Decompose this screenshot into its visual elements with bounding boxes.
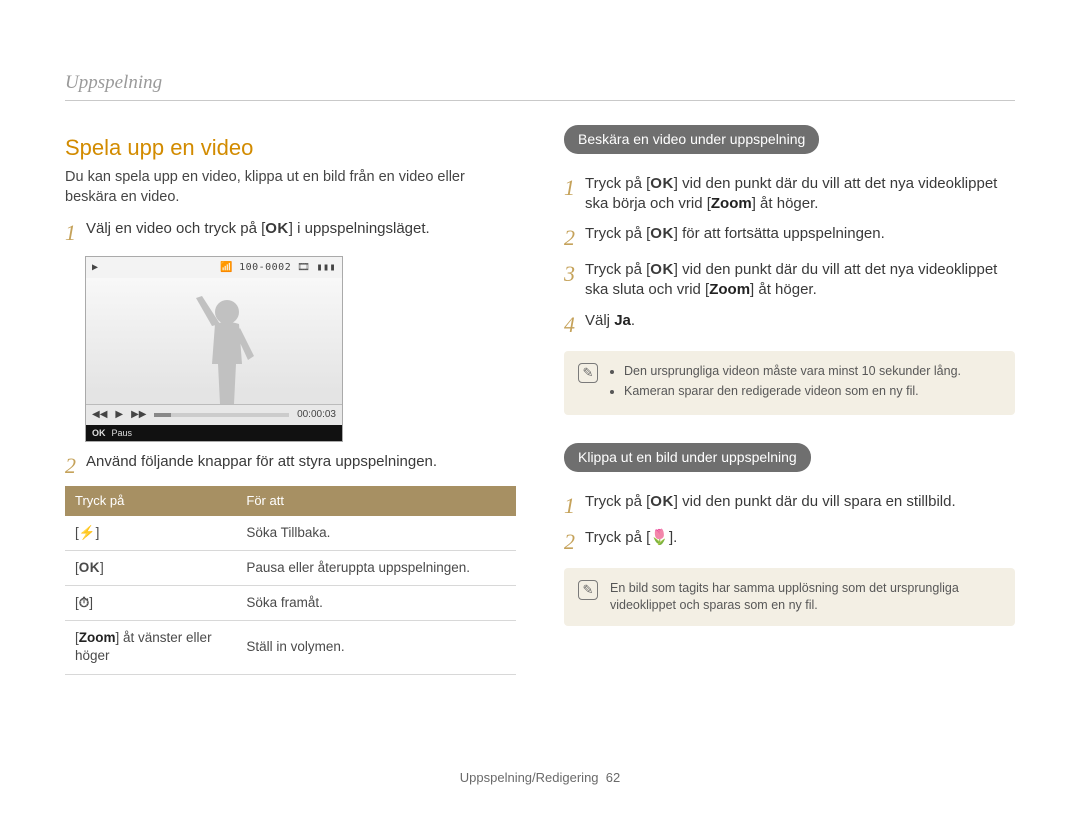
right-s2-step-2: 2 Tryck på [🌷]. bbox=[564, 528, 1015, 554]
ok-key-icon: OK bbox=[650, 493, 674, 510]
image-counter: 100-0002 bbox=[239, 261, 291, 275]
footer-label: Uppspelning/Redigering bbox=[460, 770, 599, 785]
yes-bold: Ja bbox=[614, 312, 631, 329]
right-s1-step-4: 4 Välj Ja. bbox=[564, 311, 1015, 337]
table-row: [⚡] Söka Tillbaka. bbox=[65, 516, 516, 551]
table-header-press: Tryck på bbox=[65, 486, 236, 516]
ok-key-icon: OK bbox=[79, 560, 100, 575]
page-title: Spela upp en video bbox=[65, 133, 516, 163]
action-text: Söka Tillbaka. bbox=[236, 516, 516, 551]
step-number: 2 bbox=[564, 528, 575, 554]
timer-icon: ⏱ bbox=[79, 596, 90, 610]
step-text: ]. bbox=[669, 529, 677, 546]
action-text: Söka framåt. bbox=[236, 585, 516, 620]
intro-text: Du kan spela upp en video, klippa ut en … bbox=[65, 168, 516, 207]
table-row: [OK] Pausa eller återuppta uppspelningen… bbox=[65, 550, 516, 585]
step-text: Tryck på [ bbox=[585, 529, 650, 546]
page-footer: Uppspelning/Redigering 62 bbox=[0, 769, 1080, 787]
step-number: 2 bbox=[65, 452, 76, 478]
step-number: 3 bbox=[564, 260, 575, 286]
action-text: Ställ in volymen. bbox=[236, 621, 516, 674]
step-number: 2 bbox=[564, 224, 575, 250]
play-mode-icon: ▶ bbox=[92, 261, 99, 275]
left-step-2: 2 Använd följande knappar för att styra … bbox=[65, 452, 516, 478]
time-display: 00:00:03 bbox=[297, 408, 336, 422]
step-text: Välj bbox=[585, 312, 614, 329]
step-text: ] för att fortsätta uppspelningen. bbox=[674, 225, 885, 242]
step-text: ] åt höger. bbox=[752, 195, 819, 212]
note-icon: ✎ bbox=[578, 363, 598, 383]
step-text: Tryck på [ bbox=[585, 493, 650, 510]
play-icon: ▶ bbox=[115, 408, 123, 422]
controls-table: Tryck på För att [⚡] Söka Tillbaka. [OK]… bbox=[65, 486, 516, 675]
step-number: 1 bbox=[564, 174, 575, 200]
note-text: En bild som tagits har samma upplösning … bbox=[610, 581, 959, 612]
macro-icon: 🌷 bbox=[650, 530, 669, 545]
step-number: 4 bbox=[564, 311, 575, 337]
section-pill-trim: Beskära en video under uppspelning bbox=[564, 125, 819, 154]
zoom-key: Zoom bbox=[79, 630, 116, 645]
step-text: Använd följande knappar för att styra up… bbox=[86, 452, 516, 472]
forward-icon: ▶▶ bbox=[131, 408, 146, 422]
zoom-key: Zoom bbox=[709, 281, 750, 298]
right-s2-step-1: 1 Tryck på [OK] vid den punkt där du vil… bbox=[564, 492, 1015, 518]
note-item: Den ursprungliga videon måste vara minst… bbox=[624, 363, 961, 380]
step-number: 1 bbox=[65, 219, 76, 245]
table-row: [⏱] Söka framåt. bbox=[65, 585, 516, 620]
ok-key-icon: OK bbox=[650, 261, 674, 278]
film-icon: 🎞 bbox=[297, 261, 310, 275]
signal-icon: 📶 bbox=[220, 261, 233, 275]
section-pill-capture: Klippa ut en bild under uppspelning bbox=[564, 443, 811, 472]
note-item: Kameran sparar den redigerade videon som… bbox=[624, 383, 961, 400]
ok-key-icon: OK bbox=[650, 175, 674, 192]
ok-key-icon: OK bbox=[650, 225, 674, 242]
person-silhouette bbox=[192, 294, 262, 404]
flash-icon: ⚡ bbox=[79, 526, 96, 540]
battery-icon: ▮▮▮ bbox=[316, 261, 336, 275]
note-box-2: ✎ En bild som tagits har samma upplösnin… bbox=[564, 568, 1015, 626]
right-s1-step-2: 2 Tryck på [OK] för att fortsätta uppspe… bbox=[564, 224, 1015, 250]
left-step-1: 1 Välj en video och tryck på [OK] i upps… bbox=[65, 219, 516, 245]
step-number: 1 bbox=[564, 492, 575, 518]
step-text: ] åt höger. bbox=[750, 281, 817, 298]
step-text: ] i uppspelningsläget. bbox=[289, 220, 430, 237]
right-s1-step-3: 3 Tryck på [OK] vid den punkt där du vil… bbox=[564, 260, 1015, 301]
ok-key-icon: OK bbox=[265, 220, 289, 237]
note-icon: ✎ bbox=[578, 580, 598, 600]
zoom-key: Zoom bbox=[711, 195, 752, 212]
pause-label: Paus bbox=[112, 427, 133, 439]
footer-page: 62 bbox=[606, 770, 620, 785]
page-header: Uppspelning bbox=[65, 70, 1015, 101]
progress-track bbox=[154, 413, 289, 417]
rewind-icon: ◀◀ bbox=[92, 408, 107, 422]
ok-label: OK bbox=[92, 427, 106, 439]
table-row: [Zoom] åt vänster eller höger Ställ in v… bbox=[65, 621, 516, 674]
step-text: . bbox=[631, 312, 635, 329]
right-s1-step-1: 1 Tryck på [OK] vid den punkt där du vil… bbox=[564, 174, 1015, 215]
video-screenshot: ▶ 📶 100-0002 🎞 ▮▮▮ bbox=[85, 256, 343, 442]
step-text: Tryck på [ bbox=[585, 225, 650, 242]
step-text: ] vid den punkt där du vill spara en sti… bbox=[674, 493, 956, 510]
right-column: Beskära en video under uppspelning 1 Try… bbox=[564, 123, 1015, 675]
action-text: Pausa eller återuppta uppspelningen. bbox=[236, 550, 516, 585]
table-header-for: För att bbox=[236, 486, 516, 516]
note-box-1: ✎ Den ursprungliga videon måste vara min… bbox=[564, 351, 1015, 415]
left-column: Spela upp en video Du kan spela upp en v… bbox=[65, 123, 516, 675]
step-text: Tryck på [ bbox=[585, 175, 650, 192]
step-text: Välj en video och tryck på [ bbox=[86, 220, 265, 237]
step-text: Tryck på [ bbox=[585, 261, 650, 278]
